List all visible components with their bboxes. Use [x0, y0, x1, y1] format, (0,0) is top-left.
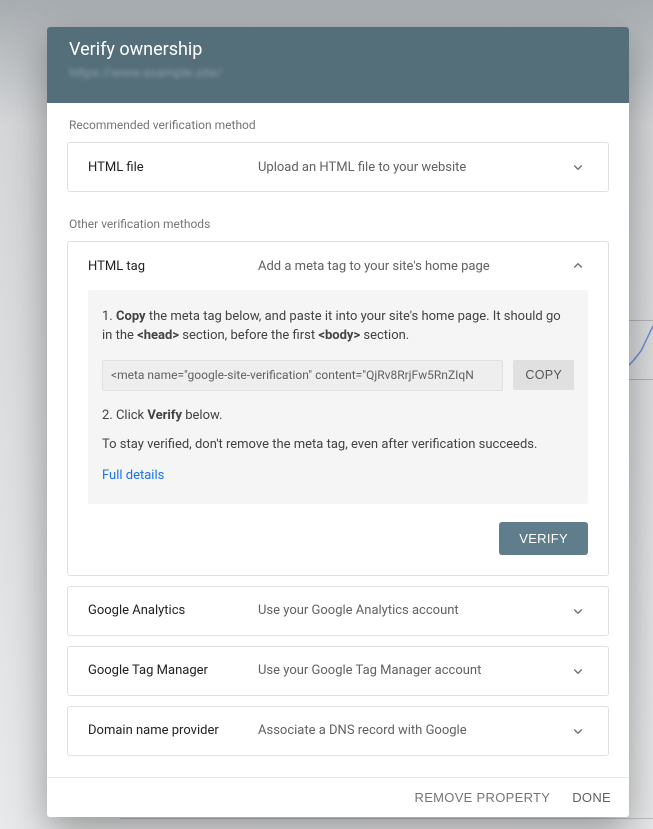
method-desc: Upload an HTML file to your website: [258, 160, 568, 175]
method-desc: Associate a DNS record with Google: [258, 723, 568, 738]
method-html-file-panel: HTML file Upload an HTML file to your we…: [67, 142, 609, 192]
text-bold: Copy: [116, 309, 146, 324]
chevron-down-icon: [568, 661, 588, 681]
method-name: Google Analytics: [88, 603, 258, 618]
dialog-title: Verify ownership: [69, 39, 607, 60]
method-desc: Use your Google Tag Manager account: [258, 663, 568, 678]
dialog-subtitle-blurred: https://www.example.site/: [69, 66, 607, 81]
text: section, before the first: [179, 328, 318, 343]
instruction-step-1: 1. Copy the meta tag below, and paste it…: [102, 308, 574, 346]
meta-tag-row: <meta name="google-site-verification" co…: [102, 360, 574, 391]
bg-chart-baseline: [120, 818, 653, 819]
text-code: <head>: [137, 328, 179, 343]
done-button[interactable]: DONE: [572, 790, 611, 805]
html-tag-content: 1. Copy the meta tag below, and paste it…: [68, 290, 608, 575]
instruction-note: To stay verified, don't remove the meta …: [102, 436, 574, 455]
verify-row: VERIFY: [88, 522, 588, 555]
text: below.: [182, 408, 222, 423]
instruction-box: 1. Copy the meta tag below, and paste it…: [88, 290, 588, 504]
method-dns-header[interactable]: Domain name provider Associate a DNS rec…: [68, 707, 608, 755]
verify-ownership-dialog: Verify ownership https://www.example.sit…: [47, 27, 629, 817]
dialog-footer: REMOVE PROPERTY DONE: [47, 777, 629, 817]
text: section.: [360, 328, 409, 343]
method-dns-panel: Domain name provider Associate a DNS rec…: [67, 706, 609, 756]
text: 2. Click: [102, 408, 147, 423]
method-html-file-header[interactable]: HTML file Upload an HTML file to your we…: [68, 143, 608, 191]
dialog-header: Verify ownership https://www.example.sit…: [47, 27, 629, 103]
method-desc: Add a meta tag to your site's home page: [258, 259, 568, 274]
method-tag-manager-panel: Google Tag Manager Use your Google Tag M…: [67, 646, 609, 696]
full-details-link[interactable]: Full details: [102, 468, 164, 483]
method-name: Google Tag Manager: [88, 663, 258, 678]
chevron-up-icon: [568, 256, 588, 276]
method-name: HTML file: [88, 160, 258, 175]
method-analytics-panel: Google Analytics Use your Google Analyti…: [67, 586, 609, 636]
copy-button[interactable]: COPY: [513, 360, 574, 390]
dialog-body: Recommended verification method HTML fil…: [47, 103, 629, 777]
meta-tag-snippet[interactable]: <meta name="google-site-verification" co…: [102, 360, 503, 391]
text-bold: Verify: [147, 408, 182, 423]
recommended-section-label: Recommended verification method: [67, 103, 609, 142]
method-analytics-header[interactable]: Google Analytics Use your Google Analyti…: [68, 587, 608, 635]
method-tag-manager-header[interactable]: Google Tag Manager Use your Google Tag M…: [68, 647, 608, 695]
method-html-tag-panel: HTML tag Add a meta tag to your site's h…: [67, 241, 609, 576]
method-name: HTML tag: [88, 259, 258, 274]
method-html-tag-header[interactable]: HTML tag Add a meta tag to your site's h…: [68, 242, 608, 290]
remove-property-button[interactable]: REMOVE PROPERTY: [415, 790, 551, 805]
verify-button[interactable]: VERIFY: [499, 522, 588, 555]
method-desc: Use your Google Analytics account: [258, 603, 568, 618]
instruction-step-2: 2. Click Verify below.: [102, 407, 574, 426]
bg-url-fragment: ilism.org: [0, 0, 54, 17]
chevron-down-icon: [568, 157, 588, 177]
text-code: <body>: [318, 328, 360, 343]
method-name: Domain name provider: [88, 723, 258, 738]
chevron-down-icon: [568, 721, 588, 741]
chevron-down-icon: [568, 601, 588, 621]
other-section-label: Other verification methods: [67, 202, 609, 241]
text: 1.: [102, 309, 116, 324]
